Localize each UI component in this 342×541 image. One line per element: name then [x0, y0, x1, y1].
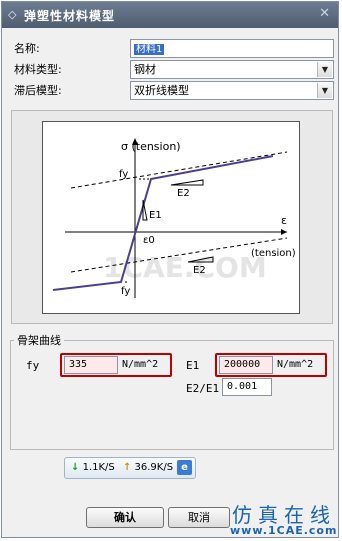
cancel-button[interactable]: 取消 [168, 507, 230, 528]
hysteresis-select[interactable]: 双折线模型 ▼ [130, 81, 334, 100]
dialog-menu-icon[interactable]: ◇ [8, 8, 16, 21]
e2-top-triangle [170, 179, 204, 186]
material-type-value: 钢材 [134, 63, 156, 76]
hysteresis-value: 双折线模型 [134, 84, 189, 97]
sigma-label: σ (tension) [121, 140, 181, 153]
name-value: 材料1 [134, 44, 165, 55]
chevron-down-icon[interactable]: ▼ [317, 62, 332, 77]
e2e1-input[interactable]: 0.001 [222, 378, 272, 396]
upload-speed: 36.9K/S [134, 462, 174, 473]
diagram-panel: 1CAE.COM σ (tension) fy fy E1 E2 E2 ε0 ε… [11, 110, 333, 324]
eps0-label: ε0 [143, 235, 155, 246]
e2-top-label: E2 [177, 188, 190, 199]
e1-input-label: E1 [186, 359, 200, 372]
name-input[interactable]: 材料1 [130, 39, 334, 58]
bilinear-model-diagram: 1CAE.COM σ (tension) fy fy E1 E2 E2 ε0 ε… [42, 121, 300, 314]
dialog-title: 弹塑性材料模型 [24, 9, 116, 23]
tension-label: (tension) [251, 248, 296, 259]
upper-dashed-line [70, 151, 288, 189]
fy-label: fy [26, 359, 40, 372]
dialog-window: ◇ 弹塑性材料模型 ✕ 名称: 材料1 材料类型: 钢材 ▼ 滞后模型: 双折线… [1, 1, 339, 538]
material-type-select[interactable]: 钢材 ▼ [130, 60, 334, 79]
skeleton-group-title: 骨架曲线 [14, 332, 64, 348]
download-speed: 1.1K/S [82, 462, 115, 473]
confirm-button[interactable]: 确认 [86, 507, 164, 528]
site-watermark: 仿真在线 www.1CAE.com [226, 499, 340, 539]
fy-input[interactable]: 335 [64, 356, 118, 374]
hysteresis-label: 滞后模型: [14, 84, 62, 97]
e1-label: E1 [149, 210, 162, 221]
e2-bottom-label: E2 [193, 265, 206, 276]
upload-arrow-icon: ↑ [122, 462, 132, 473]
chevron-down-icon[interactable]: ▼ [317, 83, 332, 98]
title-bar: ◇ 弹塑性材料模型 ✕ [2, 2, 338, 28]
epsilon-label: ε [281, 214, 287, 227]
browser-icon[interactable]: e [177, 460, 192, 475]
download-arrow-icon: ↓ [71, 462, 80, 473]
material-type-label: 材料类型: [14, 63, 62, 76]
e1-input[interactable]: 200000 [219, 356, 273, 374]
close-icon[interactable]: ✕ [319, 6, 330, 21]
strain-axis-arrow [281, 229, 287, 235]
name-label: 名称: [14, 42, 40, 55]
e2e1-label: E2/E1 [186, 382, 220, 395]
fy-top-label: fy [119, 169, 128, 180]
network-speed-badge: ↓ 1.1K/S ↑ 36.9K/S e [64, 457, 196, 479]
fy-unit: N/mm^2 [122, 359, 159, 370]
diagram-svg: 1CAE.COM σ (tension) fy fy E1 E2 E2 ε0 ε… [52, 138, 296, 298]
site-watermark-url: www.1CAE.com [230, 524, 338, 537]
fy-bottom-label: fy [121, 286, 130, 297]
e1-unit: N/mm^2 [277, 359, 314, 370]
